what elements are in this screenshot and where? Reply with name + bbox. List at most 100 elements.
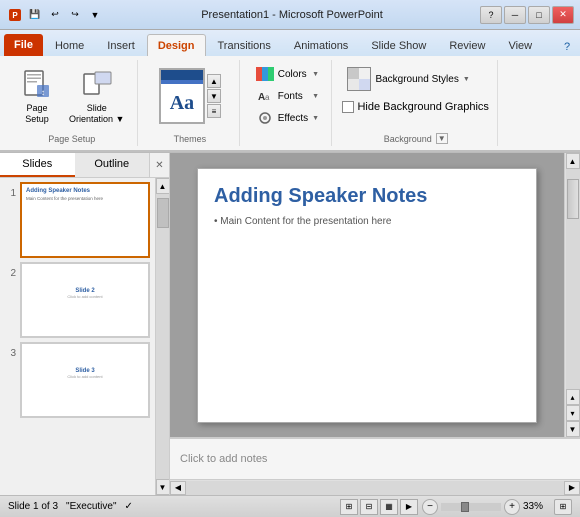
effects-arrow: ▼	[312, 115, 319, 122]
slide-content-area: Adding Speaker Notes • Main Content for …	[170, 153, 580, 495]
tab-transitions[interactable]: Transitions	[207, 34, 282, 56]
tab-file[interactable]: File	[4, 34, 43, 56]
background-group: Background Styles ▼ Hide Background Grap…	[334, 60, 497, 146]
tab-slideshow[interactable]: Slide Show	[360, 34, 437, 56]
page-setup-button[interactable]: ↕ PageSetup	[14, 64, 60, 128]
colors-button[interactable]: Colors ▼	[251, 64, 323, 84]
slide-thumb-3[interactable]: Slide 3 Click to add content	[20, 342, 150, 418]
themes-next-btn[interactable]: ▼	[207, 89, 221, 103]
slide-thumb-content-3: Slide 3 Click to add content	[22, 344, 148, 416]
minimize-btn[interactable]: ─	[504, 6, 526, 24]
main-hscroll-right[interactable]: ▶	[564, 481, 580, 495]
theme-label: "Executive"	[66, 501, 116, 512]
slide1-thumb-title: Adding Speaker Notes	[26, 188, 144, 194]
theme-top-bar	[161, 70, 203, 80]
theme-aa-text: Aa	[170, 92, 194, 115]
status-left: Slide 1 of 3 "Executive" ✓	[8, 501, 133, 512]
svg-text:P: P	[12, 11, 18, 20]
svg-text:a: a	[265, 93, 270, 102]
customize-quick-btn[interactable]: ▼	[86, 6, 104, 24]
hide-background-checkbox[interactable]	[342, 101, 354, 113]
maximize-btn[interactable]: □	[528, 6, 550, 24]
page-setup-group-label: Page Setup	[6, 134, 137, 144]
ribbon-content: ↕ PageSetup SlideOrientation ▼ Page Se	[0, 56, 580, 152]
main-scroll-step-down[interactable]: ▾	[566, 405, 580, 421]
main-hscroll-left[interactable]: ◀	[170, 481, 186, 495]
slide-thumb-1[interactable]: Adding Speaker Notes Main Content for th…	[20, 182, 150, 258]
theme-aa-main: Aa	[161, 84, 203, 122]
tab-review[interactable]: Review	[438, 34, 496, 56]
main-scroll-track	[566, 169, 580, 389]
notes-placeholder: Click to add notes	[180, 453, 267, 465]
colors-arrow: ▼	[312, 71, 319, 78]
panel-scroll-down[interactable]: ▼	[156, 479, 170, 495]
view-buttons: ⊞ ⊟ ▦ ▶	[340, 499, 418, 515]
undo-quick-btn[interactable]: ↩	[46, 6, 64, 24]
help-btn[interactable]: ?	[480, 6, 502, 24]
themes-button[interactable]: Aa	[159, 68, 205, 124]
fonts-arrow: ▼	[312, 93, 319, 100]
notes-area[interactable]: Click to add notes	[170, 437, 580, 479]
panel-scroll-thumb[interactable]	[157, 198, 169, 228]
close-btn[interactable]: ✕	[552, 6, 574, 24]
main-scroll-down[interactable]: ▼	[566, 421, 580, 437]
slide-thumb-2[interactable]: Slide 2 Click to add content	[20, 262, 150, 338]
panel-scroll-up[interactable]: ▲	[156, 178, 170, 194]
status-right: ⊞ ⊟ ▦ ▶ − + 33% ⊞	[340, 499, 572, 515]
ribbon-help-btn[interactable]: ?	[558, 38, 576, 56]
tab-design[interactable]: Design	[147, 34, 206, 56]
themes-group-label: Themes	[140, 134, 239, 144]
slide-main-title: Adding Speaker Notes	[214, 185, 520, 208]
close-panel-btn[interactable]: ✕	[149, 153, 169, 177]
fonts-button[interactable]: A a Fonts ▼	[251, 86, 323, 106]
reading-view-btn[interactable]: ▦	[380, 499, 398, 515]
panel-scroll-track	[157, 194, 169, 479]
slide3-thumb-content: Click to add content	[26, 374, 144, 379]
zoom-in-btn[interactable]: +	[504, 499, 520, 515]
main-slide[interactable]: Adding Speaker Notes • Main Content for …	[197, 168, 537, 423]
tab-animations[interactable]: Animations	[283, 34, 359, 56]
effects-button[interactable]: Effects ▼	[251, 108, 323, 128]
normal-view-btn[interactable]: ⊞	[340, 499, 358, 515]
title-bar-left: P 💾 ↩ ↪ ▼	[6, 6, 104, 24]
colors-icon	[255, 66, 275, 82]
zoom-slider-thumb[interactable]	[461, 502, 469, 512]
themes-prev-btn[interactable]: ▲	[207, 74, 221, 88]
slide-count-label: Slide 1 of 3	[8, 501, 58, 512]
slide-sorter-btn[interactable]: ⊟	[360, 499, 378, 515]
main-scroll-step-up[interactable]: ▴	[566, 389, 580, 405]
slide-item-1: 1 Adding Speaker Notes Main Content for …	[4, 182, 151, 258]
fit-slide-btn[interactable]: ⊞	[554, 499, 572, 515]
zoom-slider[interactable]	[441, 503, 501, 511]
main-scrollbar-vertical: ▲ ▴ ▾ ▼	[564, 153, 580, 437]
tab-view[interactable]: View	[497, 34, 543, 56]
slides-panel: Slides Outline ✕ 1 Adding Speaker Notes …	[0, 153, 170, 495]
slideshow-view-btn[interactable]: ▶	[400, 499, 418, 515]
save-quick-btn[interactable]: 💾	[26, 6, 44, 24]
main-scroll-thumb[interactable]	[567, 179, 579, 219]
slide1-thumb-content: Main Content for the presentation here	[26, 196, 144, 201]
page-setup-buttons: ↕ PageSetup SlideOrientation ▼	[14, 64, 129, 142]
quick-access-toolbar: P 💾 ↩ ↪ ▼	[6, 6, 104, 24]
slide-main-area[interactable]: Adding Speaker Notes • Main Content for …	[170, 153, 564, 437]
hide-background-graphics-row[interactable]: Hide Background Graphics	[342, 101, 488, 113]
background-styles-button[interactable]: Background Styles ▼	[342, 64, 474, 94]
ribbon-tab-bar: File Home Insert Design Transitions Anim…	[0, 30, 580, 56]
redo-quick-btn[interactable]: ↪	[66, 6, 84, 24]
main-hscroll-track	[186, 481, 564, 495]
tab-outline[interactable]: Outline	[75, 153, 150, 177]
tab-slides[interactable]: Slides	[0, 153, 75, 177]
zoom-out-btn[interactable]: −	[422, 499, 438, 515]
tab-home[interactable]: Home	[44, 34, 95, 56]
slide-orientation-button[interactable]: SlideOrientation ▼	[64, 64, 129, 128]
slide-orientation-icon	[79, 67, 115, 103]
spellcheck-icon[interactable]: ✓	[125, 501, 133, 512]
background-content: Background Styles ▼ Hide Background Grap…	[342, 64, 488, 142]
main-scroll-up[interactable]: ▲	[566, 153, 580, 169]
slides-tabs-bar: Slides Outline ✕	[0, 153, 169, 178]
main-area: Slides Outline ✕ 1 Adding Speaker Notes …	[0, 153, 580, 495]
themes-more-btn[interactable]: ≡	[207, 104, 221, 118]
tab-insert[interactable]: Insert	[96, 34, 146, 56]
slide-number-2: 2	[4, 268, 16, 279]
background-dialog-launcher[interactable]: ▼	[436, 133, 448, 144]
